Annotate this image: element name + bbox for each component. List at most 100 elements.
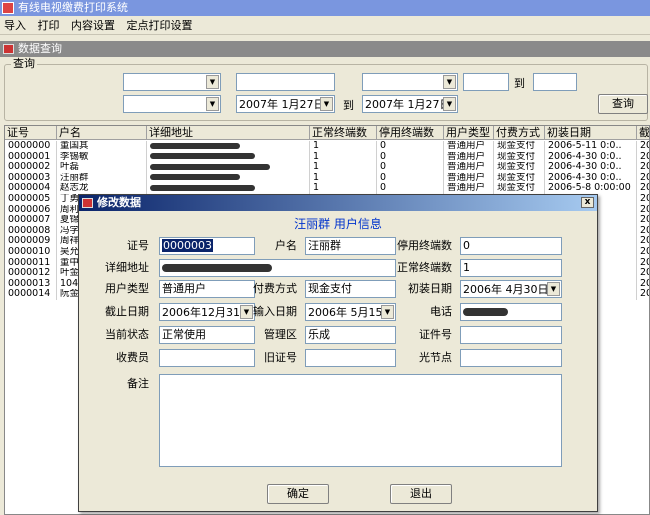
col-header-cutoff[interactable]: 截	[637, 126, 649, 140]
cell-cut: 20	[637, 258, 649, 269]
chevron-down-icon[interactable]: ▼	[206, 75, 219, 89]
cert-no-field[interactable]	[460, 326, 562, 344]
node-field[interactable]	[460, 349, 562, 367]
install-date-picker[interactable]: 2006年 4月30日 ▼	[460, 280, 562, 298]
menu-content-settings[interactable]: 内容设置	[67, 16, 119, 35]
collector-field[interactable]	[159, 349, 255, 367]
col-header-stop[interactable]: 停用终端数	[377, 126, 444, 140]
cell-type: 普通用户	[444, 151, 494, 163]
phone-field[interactable]	[460, 303, 562, 321]
chevron-down-icon[interactable]: ▼	[443, 97, 456, 111]
cell-id: 0000012	[5, 268, 57, 279]
cell-pay: 现金支付	[494, 172, 545, 184]
menu-print[interactable]: 打印	[34, 16, 64, 35]
redacted-address	[147, 162, 310, 173]
id-field[interactable]: 0000003	[159, 237, 255, 255]
range-to-input[interactable]	[533, 73, 577, 91]
redacted-address	[147, 183, 310, 194]
label-id: 证号	[127, 239, 149, 252]
exit-button[interactable]: 退出	[390, 484, 452, 504]
address-field[interactable]	[159, 259, 396, 277]
cell-id: 0000007	[5, 215, 57, 226]
dialog-title-bar: 修改数据 x	[79, 195, 597, 211]
child-window-title: 数据查询	[18, 42, 62, 55]
cell-cut: 20	[637, 279, 649, 290]
stop-terms-field[interactable]: 0	[460, 237, 562, 255]
date-from-picker[interactable]: 2007年 1月27日 ▼	[236, 95, 335, 113]
table-row[interactable]: 0000003汪丽群 10普通用户现金支付2006-4-30 0:0..20	[5, 172, 649, 184]
cell-type: 普通用户	[444, 141, 494, 152]
table-row[interactable]: 0000000董国其 10普通用户现金支付2006-5-11 0:0..20	[5, 141, 649, 152]
col-header-pay[interactable]: 付费方式	[494, 126, 545, 140]
col-header-address[interactable]: 详细地址	[147, 126, 310, 140]
range-to-label: 到	[514, 77, 525, 90]
chevron-down-icon[interactable]: ▼	[547, 282, 560, 296]
query-field-combo-2[interactable]: ▼	[362, 73, 458, 91]
cell-pay: 现金支付	[494, 183, 545, 194]
cell-cut: 20	[637, 268, 649, 279]
old-id-field[interactable]	[305, 349, 396, 367]
menu-fixed-print-settings[interactable]: 定点打印设置	[123, 16, 197, 35]
menu-bar: 导入 打印 内容设置 定点打印设置	[0, 16, 650, 35]
cell-normal: 1	[310, 162, 377, 173]
cell-date: 2006-5-8 0:00:00	[545, 183, 637, 194]
child-window-title-bar: 数据查询	[0, 41, 650, 57]
label-input-date: 输入日期	[253, 305, 297, 318]
normal-terms-field[interactable]: 1	[460, 259, 562, 277]
query-button[interactable]: 查询	[598, 94, 648, 114]
label-stop-terms: 停用终端数	[397, 239, 452, 252]
cell-cut: 20	[637, 183, 649, 194]
date-to-picker[interactable]: 2007年 1月27日 ▼	[362, 95, 458, 113]
remark-textarea[interactable]	[159, 374, 562, 467]
cell-id: 0000005	[5, 194, 57, 205]
cutoff-date-picker[interactable]: 2006年12月31日 ▼	[159, 303, 255, 321]
cell-id: 0000009	[5, 236, 57, 247]
redaction-mark	[150, 142, 240, 149]
query-field-combo[interactable]: ▼	[123, 73, 221, 91]
cell-date: 2006-5-11 0:0..	[545, 141, 637, 152]
table-row[interactable]: 0000004赵志龙 10普通用户现金支付2006-5-8 0:00:0020	[5, 183, 649, 194]
chevron-down-icon[interactable]: ▼	[443, 75, 456, 89]
cell-id: 0000010	[5, 247, 57, 258]
name-field[interactable]: 汪丽群	[305, 237, 396, 255]
status-field[interactable]: 正常使用	[159, 326, 255, 344]
label-remark: 备注	[127, 377, 149, 390]
cell-name: 叶磊	[57, 162, 147, 173]
window-icon	[82, 198, 93, 208]
cell-cut: 20	[637, 247, 649, 258]
pay-method-field[interactable]: 现金支付	[305, 280, 396, 298]
col-header-date[interactable]: 初装日期	[545, 126, 637, 140]
cell-type: 普通用户	[444, 172, 494, 184]
chevron-down-icon[interactable]: ▼	[206, 97, 219, 111]
label-install-date: 初装日期	[408, 282, 452, 295]
chevron-down-icon[interactable]: ▼	[320, 97, 333, 111]
user-type-field[interactable]: 普通用户	[159, 280, 255, 298]
district-field[interactable]: 乐成	[305, 326, 396, 344]
table-row[interactable]: 0000002叶磊 10普通用户现金支付2006-4-30 0:0..20	[5, 162, 649, 173]
range-from-input[interactable]	[463, 73, 509, 91]
col-header-normal[interactable]: 正常终端数	[310, 126, 377, 140]
cell-cut: 20	[637, 141, 649, 152]
table-row[interactable]: 0000001李锡敏 10普通用户现金支付2006-4-30 0:0..20	[5, 151, 649, 163]
col-header-type[interactable]: 用户类型	[444, 126, 494, 140]
label-cutoff-date: 截止日期	[105, 305, 149, 318]
label-name: 户名	[275, 239, 297, 252]
ok-button[interactable]: 确定	[267, 484, 329, 504]
cell-cut: 20	[637, 226, 649, 237]
query-field-combo-3[interactable]: ▼	[123, 95, 221, 113]
cell-pay: 现金支付	[494, 162, 545, 173]
close-icon[interactable]: x	[581, 197, 594, 208]
col-header-name[interactable]: 户名	[57, 126, 147, 140]
query-value-input[interactable]	[236, 73, 335, 91]
label-district: 管理区	[264, 328, 297, 341]
cell-type: 普通用户	[444, 183, 494, 194]
input-date-picker[interactable]: 2006年 5月15日 ▼	[305, 303, 396, 321]
menu-import[interactable]: 导入	[0, 16, 30, 35]
cell-cut: 20	[637, 152, 649, 163]
col-header-id[interactable]: 证号	[5, 126, 57, 140]
cell-id: 0000006	[5, 204, 57, 216]
redaction-mark	[150, 163, 270, 170]
cell-id: 0000013	[5, 278, 57, 290]
cell-name: 赵志龙	[57, 183, 147, 194]
label-normal-terms: 正常终端数	[397, 261, 452, 274]
